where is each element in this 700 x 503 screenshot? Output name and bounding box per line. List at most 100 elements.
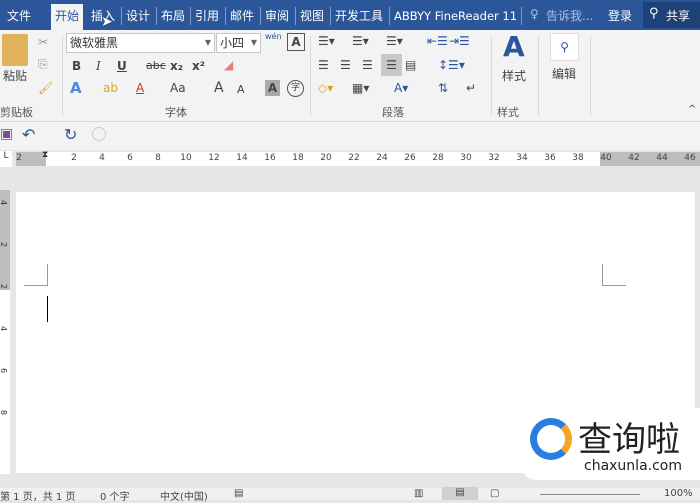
group-label-styles: 样式: [497, 106, 519, 119]
tab-layout[interactable]: 布局: [157, 4, 189, 30]
align-right-icon[interactable]: ☰: [362, 57, 373, 73]
distributed-icon[interactable]: ▤: [405, 57, 416, 73]
person-icon: ⚲: [649, 6, 659, 21]
increase-indent-icon[interactable]: ⇥☰: [449, 33, 470, 49]
share-button[interactable]: ⚲ 共享: [643, 2, 700, 28]
ruler-tick: 32: [488, 153, 500, 163]
styles-button[interactable]: 样式: [502, 68, 526, 84]
collapse-ribbon-icon[interactable]: ^: [688, 102, 696, 118]
indent-marker[interactable]: ⧗: [42, 150, 48, 160]
divider: [521, 7, 522, 25]
show-marks-icon[interactable]: ↵: [466, 80, 476, 96]
share-label: 共享: [666, 9, 691, 23]
group-label-font: 字体: [165, 106, 187, 119]
italic-button[interactable]: I: [96, 58, 101, 74]
tab-selector[interactable]: L: [0, 151, 12, 167]
ruler-tick: 14: [236, 153, 248, 163]
ruler-tick: 24: [376, 153, 388, 163]
save-icon[interactable]: ▣: [0, 126, 13, 142]
tab-home[interactable]: 开始: [51, 4, 84, 30]
title-tab-bar: 文件 开始 插入 设计 布局 引用 邮件 审阅 视图 开发工具 ABBYY Fi…: [0, 0, 700, 30]
decrease-indent-icon[interactable]: ⇤☰: [427, 33, 448, 49]
word-count[interactable]: 0 个字: [100, 488, 130, 503]
horizontal-ruler[interactable]: 2 2 4 6 8 10 12 14 16 18 20 22 24 26 28 30 32 34 36 38 40 42…: [16, 150, 700, 166]
signin-link[interactable]: 登录: [604, 4, 636, 30]
paste-button[interactable]: 粘贴: [0, 68, 30, 84]
change-case-button[interactable]: Aa: [170, 80, 186, 96]
tab-file[interactable]: 文件: [3, 4, 35, 30]
highlight-icon[interactable]: ab: [103, 80, 118, 96]
underline-button[interactable]: U: [117, 58, 127, 74]
tab-design[interactable]: 设计: [122, 4, 154, 30]
char-shading-button[interactable]: A: [265, 80, 280, 96]
sort-icon[interactable]: ⇅: [438, 80, 448, 96]
ruler-tick: 2: [71, 153, 77, 163]
undo-icon[interactable]: ↶: [22, 125, 35, 144]
redo-icon[interactable]: ↻: [64, 125, 77, 144]
align-center-icon[interactable]: ☰: [340, 57, 351, 73]
subscript-button[interactable]: x₂: [170, 58, 183, 74]
char-border-button[interactable]: A: [287, 33, 305, 51]
enclose-char-button[interactable]: 字: [287, 80, 304, 97]
multilevel-list-icon[interactable]: ☰▾: [386, 33, 403, 49]
justify-icon[interactable]: ☰: [381, 54, 402, 76]
shrink-font-button[interactable]: A: [237, 82, 245, 98]
text-effects-icon[interactable]: A: [70, 80, 82, 96]
touch-mode-icon[interactable]: [92, 127, 106, 141]
read-mode-icon[interactable]: ▥: [414, 488, 423, 499]
vruler-tick: 2: [0, 284, 8, 289]
group-label-paragraph: 段落: [382, 106, 404, 119]
ruler-tick: 10: [180, 153, 192, 163]
bullets-icon[interactable]: ☰▾: [318, 33, 335, 49]
ruler-tick: 34: [516, 153, 528, 163]
format-painter-icon[interactable]: 🖌: [38, 80, 53, 96]
grow-font-button[interactable]: A: [214, 80, 224, 96]
tab-view[interactable]: 视图: [296, 4, 328, 30]
shading-icon[interactable]: ◇▾: [318, 80, 333, 96]
cut-icon[interactable]: ✂: [38, 34, 48, 50]
font-size-dropdown[interactable]: 小四 ▼: [216, 33, 261, 53]
font-name-dropdown[interactable]: 微软雅黑 ▼: [66, 33, 215, 53]
search-icon[interactable]: ⚲: [550, 33, 579, 61]
vertical-ruler: 4 2 2 4 6 8: [0, 190, 10, 474]
tab-mailings[interactable]: 邮件: [226, 4, 258, 30]
font-color-icon[interactable]: A: [136, 80, 144, 96]
tell-me-search[interactable]: 告诉我...: [542, 4, 597, 30]
ruler-tick: 46: [684, 153, 696, 163]
ruler-tick: 6: [127, 153, 133, 163]
print-layout-icon[interactable]: ▤: [442, 487, 478, 500]
tab-abbyy[interactable]: ABBYY FineReader 11: [390, 4, 521, 30]
borders-icon[interactable]: ▦▾: [352, 80, 369, 96]
align-left-icon[interactable]: ☰: [318, 57, 329, 73]
zoom-slider[interactable]: [540, 494, 640, 495]
bold-button[interactable]: B: [72, 58, 81, 74]
ruler-tick: 12: [208, 153, 220, 163]
zoom-level[interactable]: 100%: [664, 488, 693, 499]
copy-icon[interactable]: ⎘: [38, 56, 48, 72]
ruler-tick: 20: [320, 153, 332, 163]
tab-developer[interactable]: 开发工具: [331, 4, 387, 30]
page-count[interactable]: 第 1 页，共 1 页: [0, 488, 75, 503]
clear-formatting-icon[interactable]: ◢: [224, 57, 233, 73]
divider: [590, 36, 591, 116]
tab-review[interactable]: 审阅: [261, 4, 293, 30]
superscript-button[interactable]: x²: [192, 58, 205, 74]
tab-references[interactable]: 引用: [191, 4, 223, 30]
ruler-tick: 38: [572, 153, 584, 163]
logo-icon: [530, 418, 572, 460]
strikethrough-button[interactable]: abc: [146, 58, 166, 74]
lightbulb-icon: ♀: [530, 7, 539, 21]
vruler-tick: 2: [0, 242, 8, 247]
styles-icon: A: [503, 30, 525, 63]
language[interactable]: 中文(中国): [160, 488, 208, 503]
line-spacing-icon[interactable]: ↕☰▾: [438, 57, 465, 73]
numbering-icon[interactable]: ☰▾: [352, 33, 369, 49]
chinese-layout-icon[interactable]: A▾: [394, 80, 408, 96]
margin-corner-mark: [602, 264, 626, 286]
macro-icon[interactable]: ▤: [234, 488, 243, 499]
phonetic-guide-button[interactable]: wén: [265, 32, 282, 41]
editing-button[interactable]: 编辑: [552, 66, 576, 82]
chevron-down-icon: ▼: [250, 38, 257, 47]
group-label-clipboard: 剪贴板: [0, 106, 33, 119]
web-layout-icon[interactable]: ▢: [490, 488, 499, 499]
